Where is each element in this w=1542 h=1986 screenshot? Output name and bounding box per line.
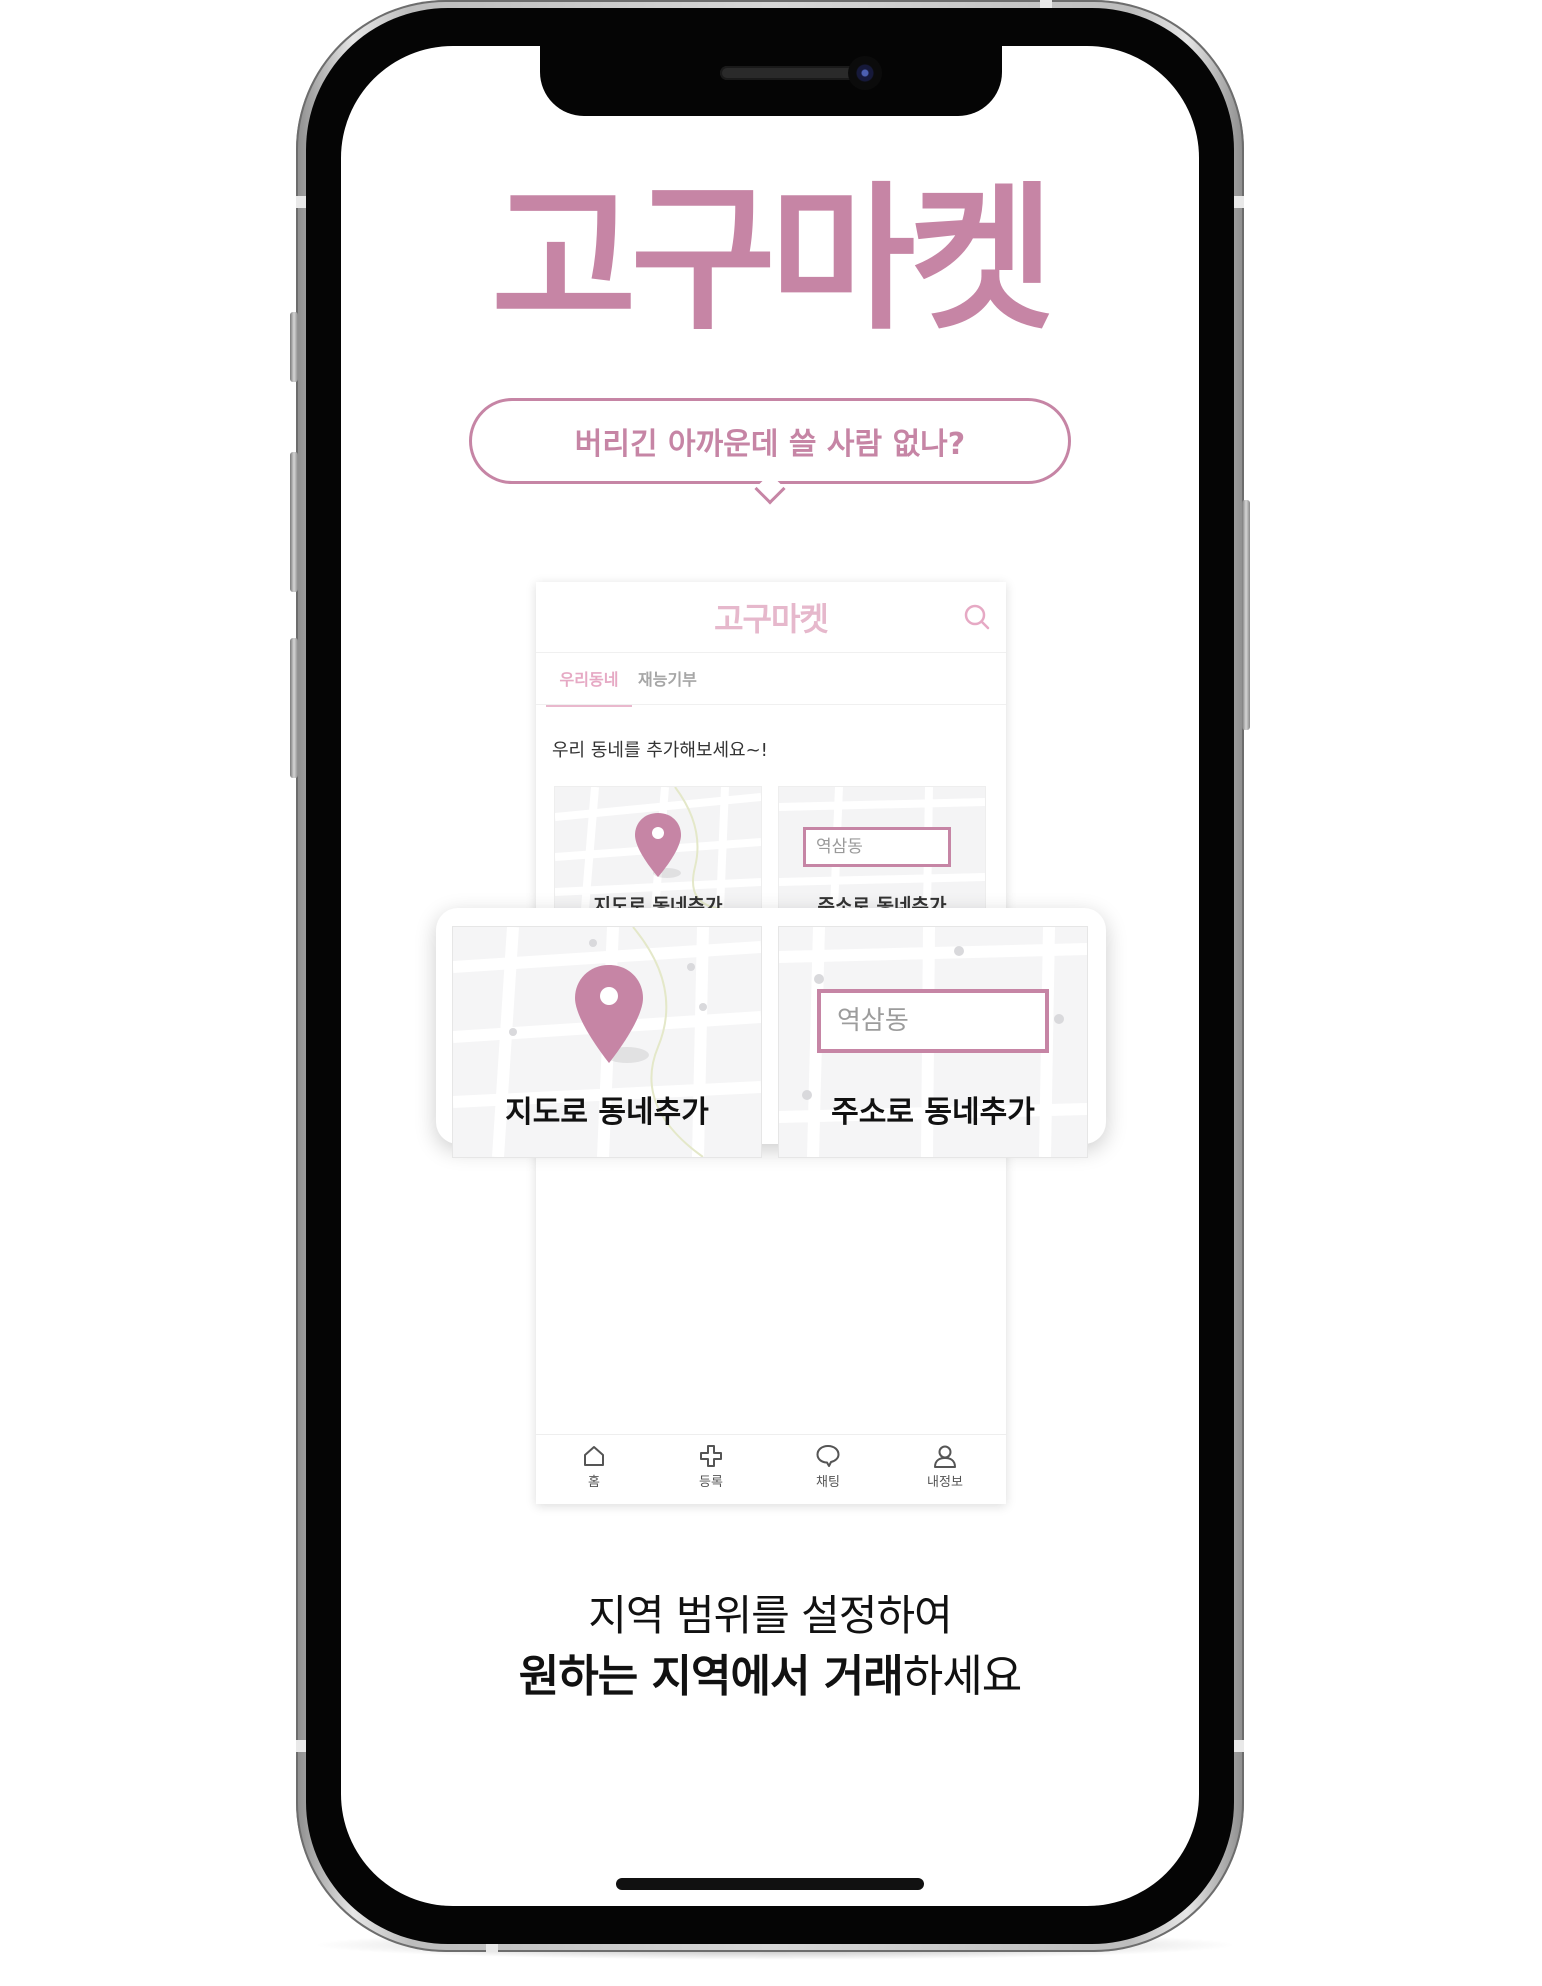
nav-home-label: 홈	[588, 1475, 600, 1490]
nav-chat[interactable]: 채팅	[788, 1443, 868, 1490]
tagline-bubble: 버리긴 아까운데 쓸 사람 없나?	[469, 398, 1071, 484]
address-input[interactable]: 역삼동	[803, 827, 951, 867]
plus-icon	[700, 1445, 722, 1467]
add-by-address-card-large[interactable]: 역삼동 주소로 동네추가	[778, 926, 1088, 1158]
app-header: 고구마켓	[536, 582, 1006, 653]
brand-title: 고구마켓	[491, 168, 1054, 352]
nav-my-info-label: 내정보	[927, 1475, 963, 1490]
mute-switch	[290, 312, 298, 382]
add-by-address-card[interactable]: 역삼동 주소로 동네추가	[778, 786, 986, 910]
volume-up-button	[290, 452, 298, 592]
antenna-band	[1234, 1740, 1244, 1752]
nav-register[interactable]: 등록	[671, 1443, 751, 1490]
add-by-map-card[interactable]: 지도로 동네추가	[554, 786, 762, 910]
map-pin-icon	[575, 965, 649, 1063]
home-icon	[584, 1446, 604, 1466]
antenna-band	[1040, 0, 1052, 8]
tagline-text: 버리긴 아까운데 쓸 사람 없나?	[574, 427, 966, 462]
bottom-nav: 홈 등록 채팅 내정보	[536, 1434, 1006, 1505]
earpiece-speaker	[720, 66, 858, 80]
nav-chat-label: 채팅	[816, 1475, 840, 1490]
antenna-band	[1234, 196, 1244, 208]
power-button	[1242, 500, 1250, 730]
add-by-map-label-large: 지도로 동네추가	[505, 1095, 709, 1130]
volume-down-button	[290, 638, 298, 778]
antenna-band	[296, 196, 306, 208]
antenna-band	[296, 1740, 306, 1752]
add-by-address-label-large: 주소로 동네추가	[831, 1095, 1035, 1130]
feature-copy-line1: 지역 범위를 설정하여	[588, 1591, 952, 1640]
address-input-large[interactable]: 역삼동	[817, 989, 1049, 1053]
nav-register-label: 등록	[699, 1475, 723, 1490]
nav-my-info[interactable]: 내정보	[905, 1443, 985, 1490]
front-camera	[848, 56, 882, 90]
app-logo: 고구마켓	[714, 600, 829, 638]
search-icon[interactable]	[962, 602, 992, 632]
map-pin-icon	[635, 813, 681, 878]
feature-copy-rest: 하세요	[902, 1651, 1022, 1702]
feature-copy-line2: 원하는 지역에서 거래하세요	[341, 1640, 1199, 1704]
tab-talent-donation[interactable]: 재능기부	[638, 666, 697, 704]
user-icon	[934, 1445, 956, 1468]
tab-our-neighborhood[interactable]: 우리동네	[546, 666, 632, 707]
antenna-band	[486, 1944, 498, 1952]
add-by-map-card-large[interactable]: 지도로 동네추가	[452, 926, 762, 1158]
chat-icon	[816, 1445, 840, 1467]
feature-copy-bold: 원하는 지역에서 거래	[518, 1651, 904, 1702]
nav-home[interactable]: 홈	[554, 1443, 634, 1490]
add-neighborhood-prompt: 우리 동네를 추가해보세요~!	[552, 740, 768, 761]
tab-divider	[536, 704, 1006, 705]
zoomed-options-popup: 지도로 동네추가 역삼동 주소로 동네추가	[436, 908, 1106, 1158]
home-indicator	[616, 1878, 924, 1890]
